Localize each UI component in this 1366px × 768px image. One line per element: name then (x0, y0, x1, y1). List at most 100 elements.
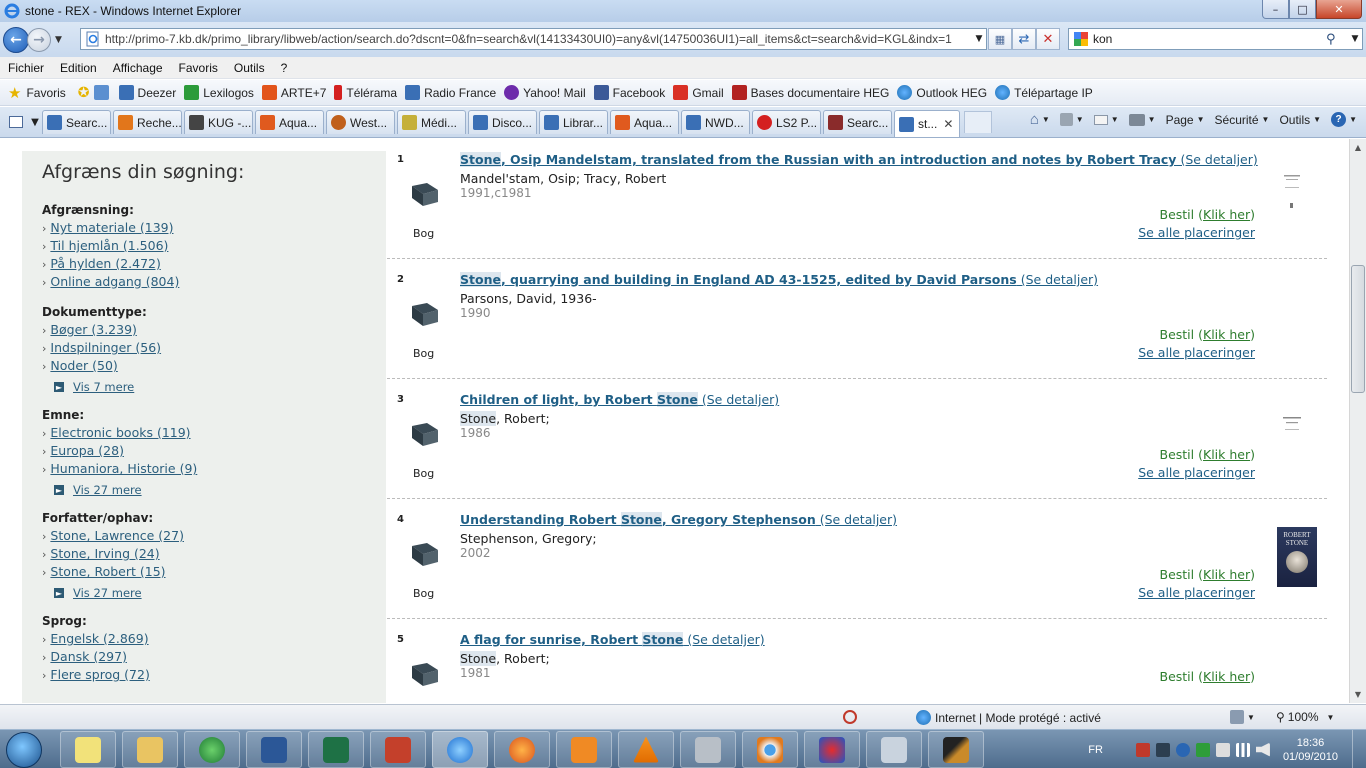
fav-yahoo-mail[interactable]: Yahoo! Mail (500, 85, 589, 100)
details-link[interactable]: (Se detaljer) (1017, 272, 1098, 287)
taskbar-globe[interactable] (184, 731, 240, 768)
quick-tabs-icon[interactable] (4, 111, 28, 133)
fav-telerama[interactable]: Télérama (330, 85, 401, 100)
menu-affichage[interactable]: Affichage (105, 61, 171, 75)
tab-kug[interactable]: KUG -... (184, 110, 253, 134)
taskbar-media-player[interactable] (556, 731, 612, 768)
url-text[interactable]: http://primo-7.kb.dk/primo_library/libwe… (105, 32, 972, 46)
menu-fichier[interactable]: Fichier (0, 61, 52, 75)
search-icon[interactable]: ⚲ (1326, 32, 1348, 47)
fav-deezer[interactable]: Deezer (115, 85, 181, 100)
fav-telepartage[interactable]: Télépartage IP (991, 85, 1097, 100)
fav-lexilogos[interactable]: Lexilogos (180, 85, 258, 100)
security-menu[interactable]: Sécurité ▼ (1210, 113, 1275, 127)
tab-recherche[interactable]: Reche... (113, 110, 182, 134)
fav-radio-france[interactable]: Radio France (401, 85, 500, 100)
maximize-button[interactable]: □ (1289, 0, 1316, 19)
feeds-button[interactable]: ▼ (1055, 113, 1089, 126)
fav-arte[interactable]: ARTE+7 (258, 85, 330, 100)
tab-search-1[interactable]: Searc... (42, 110, 111, 134)
facet-link[interactable]: › Electronic books (119) (42, 424, 386, 442)
details-link[interactable]: (Se detaljer) (816, 512, 897, 527)
taskbar-word[interactable] (246, 731, 302, 768)
start-button[interactable] (6, 732, 42, 768)
result-title-link[interactable]: Understanding Robert Stone, Gregory Step… (460, 512, 897, 527)
taskbar-eye-app[interactable] (742, 731, 798, 768)
facet-link[interactable]: › Stone, Irving (24) (42, 545, 386, 563)
all-locations-link[interactable]: Se alle placeringer (1138, 225, 1255, 240)
close-tab-icon[interactable]: ✕ (943, 117, 953, 131)
facet-link[interactable]: › Noder (50) (42, 357, 386, 375)
order-link[interactable]: Klik her (1203, 447, 1250, 462)
forward-button[interactable]: → (27, 27, 51, 52)
tray-app-icon[interactable] (1135, 742, 1150, 757)
clock[interactable]: 18:36 01/09/2010 (1283, 736, 1338, 764)
search-field[interactable]: kon ⚲ ▼ (1068, 28, 1363, 50)
taskbar-firefox[interactable] (494, 731, 550, 768)
tab-search-2[interactable]: Searc... (823, 110, 892, 134)
back-button[interactable]: ← (3, 26, 29, 53)
facet-link[interactable]: › Stone, Lawrence (27) (42, 527, 386, 545)
new-tab-button[interactable] (964, 111, 992, 133)
details-link[interactable]: (Se detaljer) (683, 632, 764, 647)
add-favorite-icon[interactable]: ✪ (78, 85, 90, 101)
help-button[interactable]: ? ▼ (1326, 112, 1362, 127)
menu-favoris[interactable]: Favoris (171, 61, 226, 75)
taskbar-powerpoint[interactable] (370, 731, 426, 768)
facet-link[interactable]: › Flere sprog (72) (42, 666, 386, 684)
stop-icon[interactable]: ✕ (1036, 28, 1060, 50)
facet-link[interactable]: › Bøger (3.239) (42, 321, 386, 339)
scrollbar-thumb[interactable] (1351, 265, 1365, 393)
all-locations-link[interactable]: Se alle placeringer (1138, 345, 1255, 360)
fav-outlook-heg[interactable]: Outlook HEG (893, 85, 991, 100)
home-button[interactable]: ⌂ ▼ (1025, 111, 1055, 128)
volume-icon[interactable] (1255, 742, 1270, 757)
page-menu[interactable]: Page ▼ (1161, 113, 1210, 127)
facet-link[interactable]: › Nyt materiale (139) (42, 219, 386, 237)
tray-app-icon[interactable] (1155, 742, 1170, 757)
order-link[interactable]: Klik her (1203, 327, 1250, 342)
taskbar-vlc[interactable] (618, 731, 674, 768)
protected-mode-icon[interactable]: ▼ (1230, 710, 1255, 724)
tab-west[interactable]: West... (326, 110, 395, 134)
mail-button[interactable]: ▼ (1089, 114, 1124, 125)
zoom-level[interactable]: ⚲ 100% ▼ (1276, 710, 1334, 724)
search-dropdown-icon[interactable]: ▼ (1348, 34, 1362, 44)
taskbar-app[interactable] (928, 731, 984, 768)
details-link[interactable]: (Se detaljer) (1176, 152, 1257, 167)
refresh-icon[interactable]: ⇄ (1012, 28, 1036, 50)
show-desktop-button[interactable] (1352, 730, 1366, 768)
taskbar-tools[interactable] (680, 731, 736, 768)
fav-facebook[interactable]: Facebook (590, 85, 670, 100)
tray-app-icon[interactable] (1175, 742, 1190, 757)
order-link[interactable]: Klik her (1203, 207, 1250, 222)
suggested-sites-icon[interactable] (93, 85, 109, 100)
result-title-link[interactable]: Stone, quarrying and building in England… (460, 272, 1098, 287)
tab-medi[interactable]: Médi... (397, 110, 466, 134)
scroll-up-icon[interactable]: ▲ (1350, 139, 1366, 156)
facet-link[interactable]: › På hylden (2.472) (42, 255, 386, 273)
facet-link[interactable]: › Humaniora, Historie (9) (42, 460, 386, 478)
facet-link[interactable]: › Stone, Robert (15) (42, 563, 386, 581)
tools-menu[interactable]: Outils ▼ (1274, 113, 1326, 127)
history-dropdown-icon[interactable]: ▼ (55, 35, 62, 45)
facet-link[interactable]: › Indspilninger (56) (42, 339, 386, 357)
menu-help[interactable]: ? (273, 61, 296, 75)
show-more-link[interactable]: ► Vis 27 mere (54, 483, 386, 497)
tab-aqua-1[interactable]: Aqua... (255, 110, 324, 134)
result-title-link[interactable]: Stone, Osip Mandelstam, translated from … (460, 152, 1258, 167)
tab-ls2[interactable]: LS2 P... (752, 110, 821, 134)
popup-blocker-icon[interactable] (843, 710, 857, 724)
print-button[interactable]: ▼ (1124, 113, 1161, 126)
vertical-scrollbar[interactable]: ▲ ▼ (1349, 139, 1366, 703)
tab-disco[interactable]: Disco... (468, 110, 537, 134)
all-locations-link[interactable]: Se alle placeringer (1138, 465, 1255, 480)
tray-app-icon[interactable] (1195, 742, 1210, 757)
order-link[interactable]: Klik her (1203, 567, 1250, 582)
tab-library[interactable]: Librar... (539, 110, 608, 134)
menu-outils[interactable]: Outils (226, 61, 273, 75)
taskbar-calculator[interactable] (866, 731, 922, 768)
taskbar-paint[interactable] (804, 731, 860, 768)
minimize-button[interactable]: – (1262, 0, 1289, 19)
network-icon[interactable] (1235, 742, 1250, 757)
